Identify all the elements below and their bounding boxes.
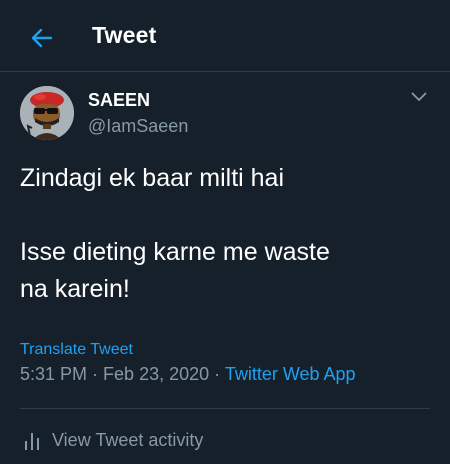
separator-dot: ·: [87, 364, 104, 384]
tweet-text: Zindagi ek baar milti hai Isse dieting k…: [20, 160, 430, 308]
tweet-source-link[interactable]: Twitter Web App: [225, 364, 356, 384]
view-tweet-activity-label: View Tweet activity: [52, 430, 204, 450]
tweet-date[interactable]: Feb 23, 2020: [103, 364, 209, 384]
bar-chart-icon: [25, 432, 39, 450]
chevron-down-icon: [411, 92, 427, 101]
view-tweet-activity-button[interactable]: View Tweet activity: [24, 430, 203, 451]
tweet-metadata: 5:31 PM · Feb 23, 2020 · Twitter Web App: [20, 364, 356, 385]
arrow-left-icon: [31, 28, 53, 48]
tweet-time[interactable]: 5:31 PM: [20, 364, 87, 384]
tweet-text-line: na karein!: [20, 275, 130, 303]
avatar-cartoon-image: [20, 86, 74, 140]
author-handle[interactable]: @IamSaeen: [88, 116, 188, 137]
tweet-text-line: Isse dieting karne me waste: [20, 238, 330, 266]
divider: [20, 408, 430, 409]
tweet-text-spacer: [20, 197, 430, 234]
separator-dot: ·: [209, 364, 225, 384]
translate-tweet-link[interactable]: Translate Tweet: [20, 341, 133, 359]
author-display-name[interactable]: SAEEN: [88, 90, 150, 111]
tweet-text-line: Zindagi ek baar milti hai: [20, 164, 285, 192]
back-button[interactable]: [24, 20, 60, 56]
top-bar: Tweet: [0, 0, 450, 72]
page-title: Tweet: [92, 22, 157, 48]
more-options-button[interactable]: [406, 86, 432, 108]
avatar[interactable]: [20, 86, 74, 140]
tweet-detail-screen: Tweet SAEEN @IamSaeen Zindagi ek baar mi…: [0, 0, 450, 464]
